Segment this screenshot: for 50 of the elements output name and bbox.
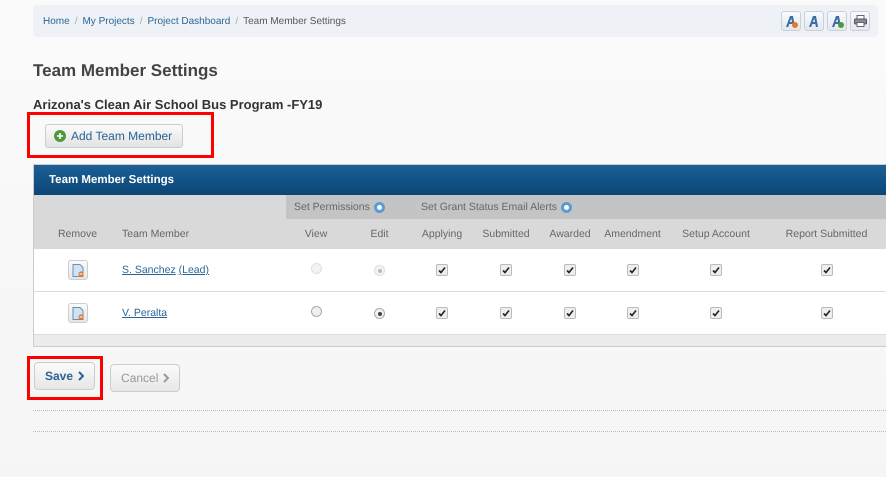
- alert-checkbox[interactable]: [500, 306, 512, 318]
- group-header: Set Permissions: [286, 195, 414, 219]
- breadcrumb-separator: /: [235, 16, 238, 26]
- add-team-member-button[interactable]: Add Team Member: [45, 124, 184, 148]
- permission-radio[interactable]: [310, 306, 322, 317]
- column-header: Report Submitted: [766, 219, 886, 249]
- project-title: Arizona's Clean Air School Bus Program -FY19: [33, 97, 324, 112]
- breadcrumb-separator: /: [140, 16, 142, 26]
- chevron-icon: [163, 373, 170, 383]
- toolbar-button[interactable]: [827, 11, 847, 31]
- alert-checkbox[interactable]: [710, 306, 722, 318]
- column-header: Applying: [413, 219, 472, 249]
- remove-button[interactable]: [68, 303, 88, 323]
- text-smaller-icon: [784, 14, 798, 28]
- text-size-icon: [808, 14, 820, 28]
- column-header: Remove: [34, 219, 121, 249]
- page-title: Team Member Settings: [33, 61, 219, 81]
- add-icon: [54, 130, 66, 142]
- permission-radio[interactable]: [374, 308, 385, 320]
- toolbar-button[interactable]: [781, 11, 801, 31]
- alert-checkbox[interactable]: [820, 306, 833, 318]
- help-icon[interactable]: [561, 202, 572, 213]
- save-button[interactable]: Save: [34, 362, 96, 390]
- remove-button[interactable]: [68, 260, 88, 280]
- column-header: Submitted: [471, 219, 542, 249]
- chevron-icon: [78, 371, 84, 381]
- text-larger-icon: [830, 14, 844, 28]
- remove-document-icon: [72, 306, 84, 320]
- column-header: Team Member: [121, 219, 286, 249]
- current-page-label: Team Member Settings: [243, 16, 346, 26]
- breadcrumb-link[interactable]: My Projects: [82, 16, 135, 26]
- group-header: Set Grant Status Email Alerts: [413, 195, 886, 219]
- remove-document-icon: [72, 264, 84, 276]
- column-header: Setup Account: [666, 219, 766, 249]
- alert-checkbox[interactable]: [436, 306, 448, 318]
- help-icon[interactable]: [374, 202, 385, 213]
- column-header: Amendment: [599, 219, 666, 249]
- breadcrumb-link[interactable]: Project Dashboard: [147, 16, 230, 26]
- column-header: View: [286, 219, 346, 249]
- alert-checkbox[interactable]: [626, 306, 639, 318]
- column-header: Awarded: [541, 219, 600, 249]
- member-link[interactable]: V. Peralta: [122, 307, 168, 319]
- breadcrumb-separator: /: [74, 16, 78, 26]
- alert-checkbox[interactable]: [564, 306, 576, 318]
- toolbar-button[interactable]: [804, 11, 824, 31]
- toolbar-button[interactable]: [850, 11, 870, 31]
- column-header: Edit: [346, 219, 414, 249]
- panel-title: Team Member Settings: [34, 165, 886, 195]
- breadcrumb-link[interactable]: Home: [43, 16, 70, 26]
- print-icon: [854, 15, 866, 27]
